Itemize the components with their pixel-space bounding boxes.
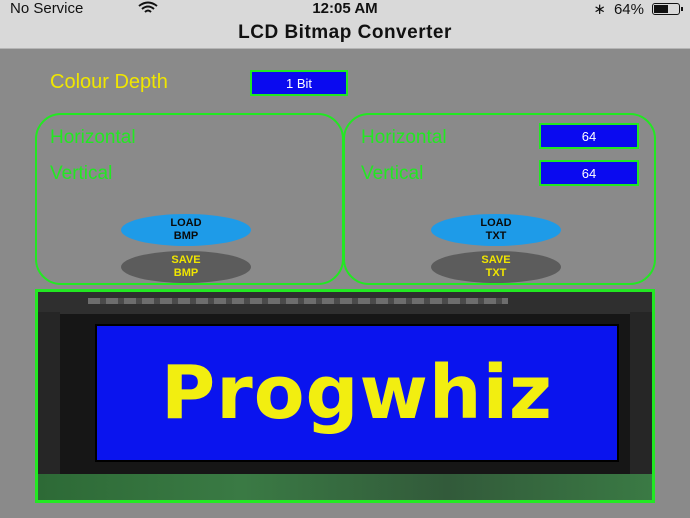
lcd-display-text: Progwhiz: [160, 350, 554, 436]
status-bar: No Service 12:05 AM ∗ 64%: [0, 0, 690, 18]
load-txt-button[interactable]: LOAD TXT: [431, 214, 561, 246]
vertical-size-field[interactable]: 64: [539, 160, 639, 186]
battery-percent: 64%: [613, 0, 644, 18]
page-title: LCD Bitmap Converter: [238, 22, 452, 43]
bluetooth-icon: ∗: [593, 1, 606, 18]
colour-depth-label: Colour Depth: [50, 71, 168, 93]
bmp-vertical-label: Vertical: [50, 163, 113, 184]
txt-horizontal-label: Horizontal: [361, 127, 447, 148]
load-bmp-button[interactable]: LOAD BMP: [121, 214, 251, 246]
status-time: 12:05 AM: [312, 0, 378, 17]
bmp-horizontal-label: Horizontal: [50, 127, 136, 148]
pcb-right-edge: [630, 312, 652, 476]
colour-depth-selector[interactable]: 1 Bit: [250, 70, 348, 96]
lcd-screen: Progwhiz: [95, 324, 619, 462]
pcb-bottom-edge: [38, 474, 652, 500]
navigation-bar: LCD Bitmap Converter: [0, 18, 690, 49]
pcb-connector-strip: [88, 298, 508, 304]
bitmap-preview: Progwhiz: [35, 289, 655, 503]
status-right: ∗ 64%: [593, 0, 683, 18]
save-bmp-button[interactable]: SAVE BMP: [121, 251, 251, 283]
pcb-left-edge: [38, 312, 60, 476]
txt-panel: Horizontal 64 Vertical 64 LOAD TXT SAVE …: [343, 113, 656, 285]
bmp-panel: Horizontal Vertical LOAD BMP SAVE BMP: [35, 113, 344, 285]
save-txt-button[interactable]: SAVE TXT: [431, 251, 561, 283]
battery-icon: [652, 3, 683, 15]
txt-vertical-label: Vertical: [361, 163, 424, 184]
horizontal-size-field[interactable]: 64: [539, 123, 639, 149]
